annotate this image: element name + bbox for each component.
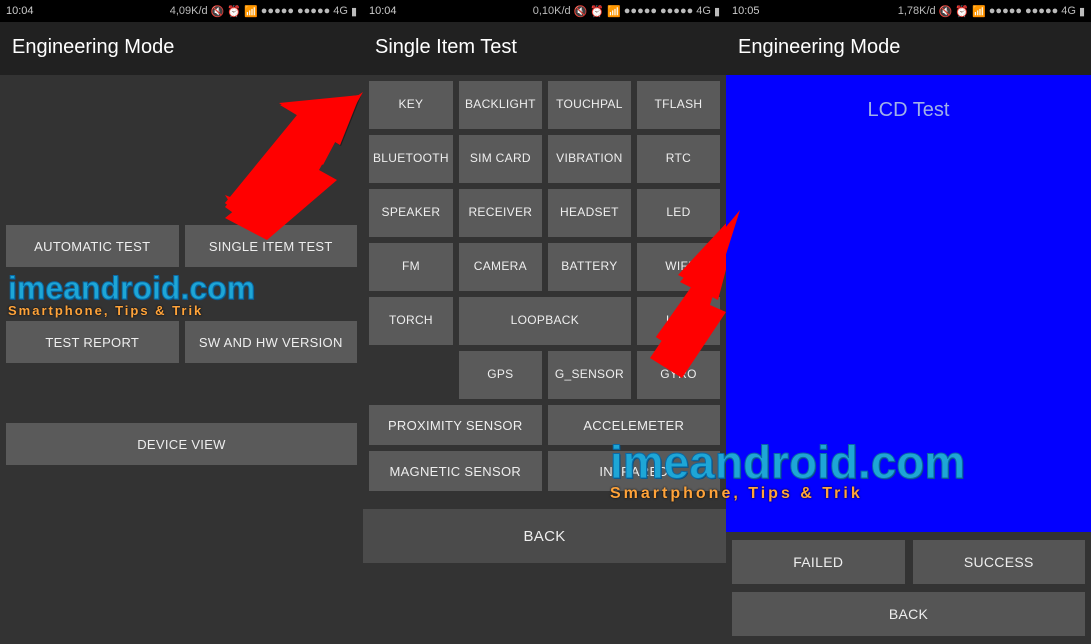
page-title: Single Item Test — [363, 22, 726, 75]
net-speed: 0,10K/d — [533, 5, 571, 17]
test-receiver[interactable]: RECEIVER — [459, 189, 542, 237]
test-key[interactable]: KEY — [369, 81, 453, 129]
test-battery[interactable]: BATTERY — [548, 243, 631, 291]
test-gyro[interactable]: GYRO — [637, 351, 720, 399]
phone-screen-1: 10:04 4,09K/d 🔇 ⏰ 📶 ●●●●● ●●●●● 4G ▮ Eng… — [0, 0, 363, 644]
back-button[interactable]: BACK — [732, 592, 1085, 636]
signal-dots-1: ●●●●● — [624, 5, 657, 17]
silent-icon: 🔇 — [574, 5, 588, 18]
test-headset[interactable]: HEADSET — [548, 189, 631, 237]
test-speaker[interactable]: SPEAKER — [369, 189, 453, 237]
test-gsensor[interactable]: G_SENSOR — [548, 351, 631, 399]
test-magnetic[interactable]: MAGNETIC SENSOR — [369, 451, 542, 491]
automatic-test-button[interactable]: AUTOMATIC TEST — [6, 225, 179, 267]
wifi-icon: 📶 — [607, 5, 621, 18]
alarm-icon: ⏰ — [590, 5, 604, 18]
alarm-icon: ⏰ — [227, 5, 241, 18]
test-vibration[interactable]: VIBRATION — [548, 135, 631, 183]
test-infrared[interactable]: INFRARED — [548, 451, 721, 491]
phone-screen-3: 10:05 1,78K/d 🔇 ⏰ 📶 ●●●●● ●●●●● 4G ▮ Eng… — [726, 0, 1091, 644]
lcd-test-label: LCD Test — [868, 99, 950, 121]
device-view-button[interactable]: DEVICE VIEW — [6, 423, 357, 465]
wifi-icon: 📶 — [244, 5, 258, 18]
status-bar: 10:04 4,09K/d 🔇 ⏰ 📶 ●●●●● ●●●●● 4G ▮ — [0, 0, 363, 22]
net-speed: 1,78K/d — [898, 5, 936, 17]
phone-screen-2: 10:04 0,10K/d 🔇 ⏰ 📶 ●●●●● ●●●●● 4G ▮ Sin… — [363, 0, 726, 644]
net-speed: 4,09K/d — [170, 5, 208, 17]
test-report-button[interactable]: TEST REPORT — [6, 321, 179, 363]
clock: 10:05 — [732, 5, 760, 17]
net-type: 4G — [333, 5, 348, 17]
clock: 10:04 — [369, 5, 397, 17]
silent-icon: 🔇 — [939, 5, 953, 18]
test-loopback[interactable]: LOOPBACK — [459, 297, 631, 345]
failed-button[interactable]: FAILED — [732, 540, 905, 584]
battery-icon: ▮ — [351, 5, 357, 18]
net-type: 4G — [696, 5, 711, 17]
test-tflash[interactable]: TFLASH — [637, 81, 720, 129]
test-backlight[interactable]: BACKLIGHT — [459, 81, 542, 129]
test-fm[interactable]: FM — [369, 243, 453, 291]
sw-hw-version-button[interactable]: SW AND HW VERSION — [185, 321, 358, 363]
battery-icon: ▮ — [714, 5, 720, 18]
net-type: 4G — [1061, 5, 1076, 17]
test-torch[interactable]: TORCH — [369, 297, 453, 345]
signal-dots-1: ●●●●● — [989, 5, 1022, 17]
lcd-test-area[interactable]: LCD Test — [726, 75, 1091, 532]
signal-dots-2: ●●●●● — [1025, 5, 1058, 17]
test-gps[interactable]: GPS — [459, 351, 542, 399]
test-bluetooth[interactable]: BLUETOOTH — [369, 135, 453, 183]
test-led[interactable]: LED — [637, 189, 720, 237]
test-lcd[interactable]: LCD — [637, 297, 720, 345]
test-touchpal[interactable]: TOUCHPAL — [548, 81, 631, 129]
wifi-icon: 📶 — [972, 5, 986, 18]
single-item-test-button[interactable]: SINGLE ITEM TEST — [185, 225, 358, 267]
test-simcard[interactable]: SIM CARD — [459, 135, 542, 183]
back-button[interactable]: BACK — [363, 509, 726, 563]
test-grid: KEY BACKLIGHT TOUCHPAL TFLASH BLUETOOTH … — [363, 75, 726, 405]
signal-dots-2: ●●●●● — [660, 5, 693, 17]
success-button[interactable]: SUCCESS — [913, 540, 1086, 584]
page-title: Engineering Mode — [726, 22, 1091, 75]
status-bar: 10:04 0,10K/d 🔇 ⏰ 📶 ●●●●● ●●●●● 4G ▮ — [363, 0, 726, 22]
test-accelerometer[interactable]: ACCELEMETER — [548, 405, 721, 445]
signal-dots-1: ●●●●● — [261, 5, 294, 17]
status-bar: 10:05 1,78K/d 🔇 ⏰ 📶 ●●●●● ●●●●● 4G ▮ — [726, 0, 1091, 22]
test-rtc[interactable]: RTC — [637, 135, 720, 183]
test-wifi[interactable]: WIFI — [637, 243, 720, 291]
silent-icon: 🔇 — [211, 5, 225, 18]
battery-icon: ▮ — [1079, 5, 1085, 18]
alarm-icon: ⏰ — [955, 5, 969, 18]
clock: 10:04 — [6, 5, 34, 17]
screen1-body: AUTOMATIC TEST SINGLE ITEM TEST TEST REP… — [0, 75, 363, 644]
signal-dots-2: ●●●●● — [297, 5, 330, 17]
test-proximity[interactable]: PROXIMITY SENSOR — [369, 405, 542, 445]
page-title: Engineering Mode — [0, 22, 363, 75]
test-camera[interactable]: CAMERA — [459, 243, 542, 291]
